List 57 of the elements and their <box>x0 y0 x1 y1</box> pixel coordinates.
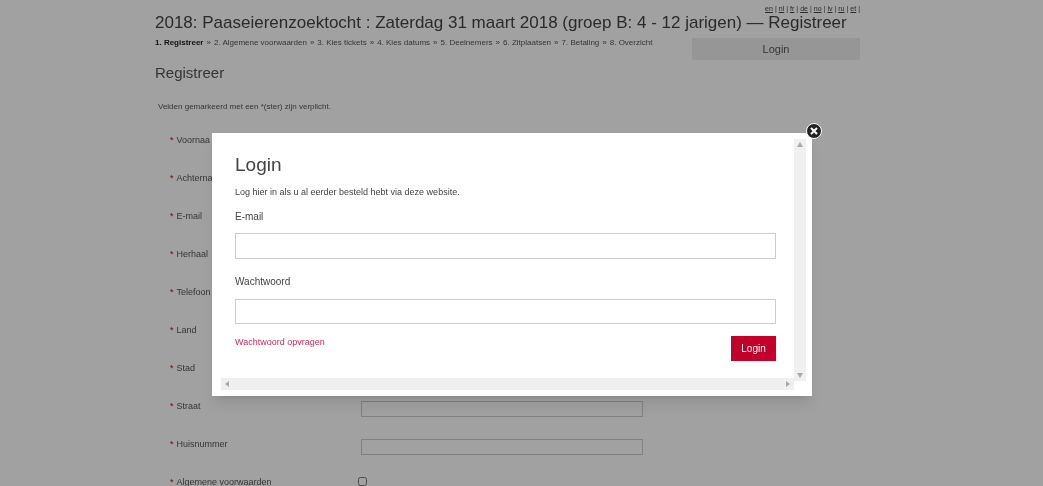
step-separator: » <box>206 38 211 47</box>
step-link[interactable]: 8. Overzicht <box>609 38 653 47</box>
required-mark: * <box>170 209 174 223</box>
password-label: Wachtwoord <box>235 274 292 289</box>
field-label: Herhaal <box>176 247 209 261</box>
text-field[interactable] <box>361 438 643 455</box>
field-label: E-mail <box>176 209 203 223</box>
field-label: Huisnummer <box>176 437 228 451</box>
scroll-down-icon[interactable] <box>797 373 803 378</box>
field-label: Straat <box>176 399 201 413</box>
step-separator: » <box>602 38 607 47</box>
field-label: Land <box>176 323 197 337</box>
close-icon[interactable] <box>806 123 822 139</box>
required-mark: * <box>170 247 174 261</box>
step-separator: » <box>495 38 500 47</box>
required-note: Velden gemarkeerd met een *(ster) zijn verplicht. <box>157 100 332 113</box>
required-mark: * <box>170 475 174 486</box>
horizontal-scrollbar[interactable] <box>221 378 794 390</box>
password-field[interactable] <box>235 298 776 324</box>
field-label: Achterna <box>176 171 213 185</box>
step-separator: » <box>433 38 438 47</box>
step-separator: » <box>554 38 559 47</box>
required-mark: * <box>170 171 174 185</box>
dialog-title: Login <box>235 153 283 177</box>
field-label: Telefoon <box>176 285 211 299</box>
field-label: Stad <box>176 361 196 375</box>
step-link[interactable]: 3. Kies tickets <box>317 38 367 47</box>
required-mark: * <box>170 399 174 413</box>
step-link[interactable]: 6. Zitplaatsen <box>503 38 552 47</box>
step-link[interactable]: 4. Kies datums <box>377 38 431 47</box>
scroll-right-icon[interactable] <box>786 381 790 387</box>
step-separator: » <box>369 38 375 47</box>
scroll-up-icon[interactable] <box>797 142 803 147</box>
dialog-intro: Log hier in als u al eerder besteld hebt via deze website. <box>235 186 461 199</box>
step-link[interactable]: 7. Betaling <box>561 38 600 47</box>
checkbox[interactable] <box>358 476 367 486</box>
field-label: Voornaa <box>176 133 211 147</box>
vertical-scrollbar[interactable] <box>794 139 806 381</box>
required-mark: * <box>170 133 174 147</box>
required-mark: * <box>170 437 174 451</box>
required-mark: * <box>170 361 174 375</box>
scroll-left-icon[interactable] <box>225 381 229 387</box>
step-separator: » <box>309 38 315 47</box>
step-link[interactable]: 2. Algemene voorwaarden <box>213 38 307 47</box>
required-mark: * <box>170 323 174 337</box>
submit-button[interactable]: Login <box>731 335 776 361</box>
required-mark: * <box>170 285 174 299</box>
step-link[interactable]: 5. Deelnemers <box>440 38 493 47</box>
section-title: Registreer <box>155 63 226 83</box>
field-label: Algemene voorwaarden <box>176 475 272 486</box>
step-link[interactable]: 1. Registreer <box>155 38 204 47</box>
text-field[interactable] <box>361 400 643 417</box>
page-title: 2018: Paaseierenzoektocht : Zaterdag 31 maart 2018 (groep B: 4 - 12 jarigen) — Registreer <box>155 13 848 34</box>
email-field[interactable] <box>235 232 776 259</box>
forgot-password-link[interactable]: Wachtwoord opvragen <box>235 335 325 349</box>
email-label: E-mail <box>235 209 265 224</box>
login-button[interactable]: Login <box>692 38 860 60</box>
